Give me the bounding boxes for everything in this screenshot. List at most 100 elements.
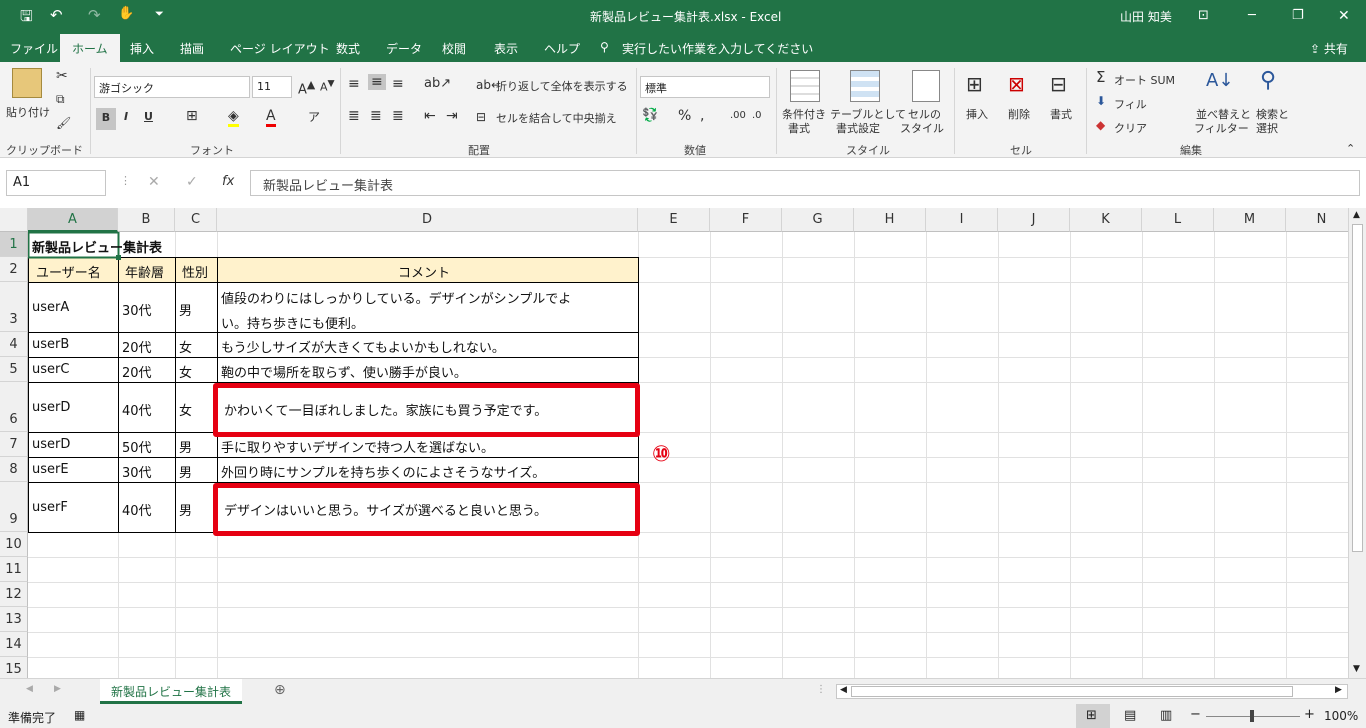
column-header-k[interactable]: K <box>1070 208 1142 232</box>
row-header-6[interactable]: 6 <box>0 382 28 432</box>
cell-styles-icon[interactable] <box>912 70 940 102</box>
name-box[interactable]: A1 <box>6 170 106 196</box>
orientation-icon[interactable]: ab↗ <box>424 76 451 91</box>
tab-draw[interactable]: 描画 <box>180 40 204 57</box>
font-size-select[interactable]: 11 <box>252 76 292 98</box>
zoom-level[interactable]: 100% <box>1324 709 1358 723</box>
tab-file[interactable]: ファイル <box>10 40 58 57</box>
vertical-scroll-thumb[interactable] <box>1352 224 1363 552</box>
italic-icon[interactable]: I <box>124 110 128 123</box>
column-header-c[interactable]: C <box>175 208 217 232</box>
wrap-text-button[interactable]: 折り返して全体を表示する <box>496 78 628 94</box>
tab-review[interactable]: 校閲 <box>442 40 466 57</box>
tell-me-box[interactable]: 実行したい作業を入力してください <box>622 40 813 57</box>
tab-home[interactable]: ホーム <box>60 34 120 62</box>
cell-user[interactable]: userA <box>32 300 69 315</box>
column-header-f[interactable]: F <box>710 208 782 232</box>
cell-user[interactable]: userB <box>32 337 69 352</box>
tab-formulas[interactable]: 数式 <box>336 40 360 57</box>
cell-comment[interactable]: 外回り時にサンプルを持ち歩くのによさそうなサイズ。 <box>221 462 545 481</box>
share-button[interactable]: ⇪ 共有 <box>1310 40 1348 57</box>
scroll-up-icon[interactable]: ▲ <box>1353 210 1360 220</box>
paste-button[interactable]: 貼り付け <box>6 104 50 120</box>
accounting-format-icon[interactable]: 💱 <box>642 108 658 123</box>
clear-button[interactable]: クリア <box>1114 120 1147 136</box>
align-middle-icon[interactable]: ≡ <box>368 74 386 90</box>
cell-age[interactable]: 30代 <box>122 462 152 481</box>
row-header-10[interactable]: 10 <box>0 532 28 557</box>
number-format-select[interactable]: 標準 <box>640 76 770 98</box>
column-header-g[interactable]: G <box>782 208 854 232</box>
enter-icon[interactable]: ✓ <box>186 174 198 190</box>
bold-icon[interactable]: B <box>96 108 116 130</box>
cell-age[interactable]: 30代 <box>122 300 152 319</box>
cell-age[interactable]: 20代 <box>122 362 152 381</box>
row-header-13[interactable]: 13 <box>0 607 28 632</box>
cell-b2-header[interactable]: 年齢層 <box>125 262 164 281</box>
cell-comment[interactable]: 手に取りやすいデザインで持つ人を選ばない。 <box>221 437 494 456</box>
tab-view[interactable]: 表示 <box>494 40 518 57</box>
percent-icon[interactable]: % <box>678 108 691 124</box>
cell-age[interactable]: 40代 <box>122 500 152 519</box>
row-header-11[interactable]: 11 <box>0 557 28 582</box>
align-right-icon[interactable]: ≣ <box>392 108 404 124</box>
column-header-h[interactable]: H <box>854 208 926 232</box>
vertical-scrollbar[interactable]: ▲ ▼ <box>1348 208 1366 678</box>
redo-icon[interactable]: ↷ <box>88 6 101 24</box>
insert-cells-button[interactable]: 挿入 <box>966 106 988 122</box>
cell-user[interactable]: userE <box>32 462 69 477</box>
format-as-table-icon[interactable] <box>850 70 880 102</box>
zoom-out-icon[interactable]: − <box>1190 707 1201 722</box>
sheet-tab-active[interactable]: 新製品レビュー集計表 <box>100 679 242 704</box>
cell-age[interactable]: 50代 <box>122 437 152 456</box>
prev-sheet-icon[interactable]: ◀ <box>26 684 33 694</box>
scroll-right-icon[interactable]: ▶ <box>1335 685 1342 695</box>
collapse-ribbon-icon[interactable]: ⌃ <box>1346 142 1355 155</box>
format-cells-icon[interactable]: ⊟ <box>1050 72 1067 96</box>
cell-comment[interactable]: もう少しサイズが大きくてもよいかもしれない。 <box>221 337 505 356</box>
horizontal-scrollbar[interactable]: ◀ ▶ <box>836 684 1348 699</box>
undo-icon[interactable]: ↶ <box>50 6 63 24</box>
zoom-slider-thumb[interactable] <box>1250 710 1254 722</box>
macro-record-icon[interactable]: ▦ <box>74 708 85 722</box>
font-color-icon[interactable]: A <box>266 108 276 127</box>
cell-sex[interactable]: 男 <box>179 500 192 519</box>
clear-icon[interactable]: ◆ <box>1096 118 1105 132</box>
cell-user[interactable]: userC <box>32 362 69 377</box>
delete-cells-button[interactable]: 削除 <box>1008 106 1030 122</box>
row-header-15[interactable]: 15 <box>0 657 28 678</box>
fill-button[interactable]: フィル <box>1114 96 1147 112</box>
formula-input[interactable]: 新製品レビュー集計表 <box>250 170 1360 196</box>
cell-a1-title[interactable]: 新製品レビュー集計表 <box>32 237 162 256</box>
autosum-icon[interactable]: Σ <box>1096 68 1105 86</box>
tab-page-layout[interactable]: ページ レイアウト <box>230 40 330 57</box>
cell-sex[interactable]: 女 <box>179 362 192 381</box>
increase-font-icon[interactable]: A▲ <box>298 78 315 97</box>
cell-comment-line-2[interactable]: い。持ち歩きにも便利。 <box>221 313 364 332</box>
decrease-font-icon[interactable]: A▼ <box>320 78 335 94</box>
cell-sex[interactable]: 女 <box>179 400 192 419</box>
cell-user[interactable]: userD <box>32 400 70 415</box>
align-bottom-icon[interactable]: ≡ <box>392 76 404 92</box>
scroll-left-icon[interactable]: ◀ <box>840 685 847 695</box>
cell-sex[interactable]: 男 <box>179 300 192 319</box>
page-break-view-icon[interactable]: ▥ <box>1160 708 1172 723</box>
next-sheet-icon[interactable]: ▶ <box>54 684 61 694</box>
column-header-n[interactable]: N <box>1286 208 1348 232</box>
insert-function-icon[interactable]: fx <box>222 174 234 189</box>
normal-view-icon[interactable]: ⊞ <box>1086 708 1097 723</box>
increase-indent-icon[interactable]: ⇥ <box>446 108 458 124</box>
cell-a2-header[interactable]: ユーザー名 <box>36 262 101 281</box>
find-select-label-2[interactable]: 選択 <box>1256 120 1278 136</box>
comma-style-icon[interactable]: , <box>700 108 704 124</box>
copy-icon[interactable]: ⧉ <box>56 92 65 107</box>
zoom-in-icon[interactable]: + <box>1304 707 1315 722</box>
row-header-3[interactable]: 3 <box>0 282 28 332</box>
ribbon-display-icon[interactable]: ⊡ <box>1198 8 1209 23</box>
column-header-m[interactable]: M <box>1214 208 1286 232</box>
minimize-icon[interactable]: ─ <box>1248 8 1256 23</box>
cell-sex[interactable]: 男 <box>179 462 192 481</box>
increase-decimal-icon[interactable]: .00 <box>730 110 746 121</box>
scroll-down-icon[interactable]: ▼ <box>1353 664 1360 674</box>
customize-qat-icon[interactable]: ⏷ <box>155 7 164 21</box>
